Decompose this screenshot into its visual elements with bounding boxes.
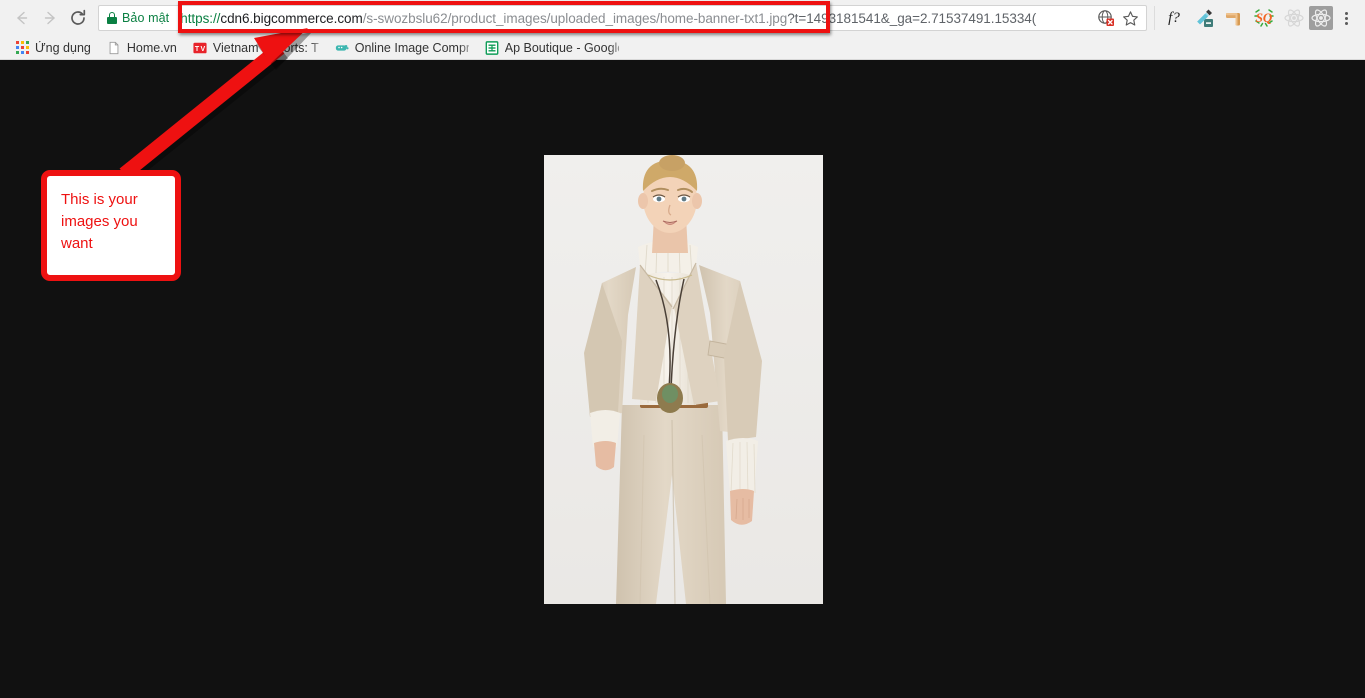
seoquake-glyph: SQ — [1256, 10, 1273, 25]
star-icon[interactable] — [1119, 7, 1141, 29]
url-query: ?t=1493181541&_ga=2.71537491.15334( — [787, 10, 1037, 26]
annotation-callout: This is your images you want — [41, 170, 181, 281]
lock-icon — [107, 12, 117, 24]
reload-button[interactable] — [64, 4, 92, 32]
omnibox-actions — [1095, 7, 1146, 29]
whatfont-glyph: f? — [1168, 9, 1180, 26]
sheets-icon — [485, 40, 499, 55]
back-arrow-icon — [17, 11, 28, 25]
document-icon — [109, 41, 119, 54]
react-devtools-active-icon[interactable] — [1309, 6, 1333, 30]
extension-toolbar: f? SQ — [1154, 6, 1365, 30]
url-path: /s-swozbslu62/product_images/uploaded_im… — [362, 10, 788, 26]
bookmark-label: Ứng dụng — [35, 40, 91, 55]
url-input[interactable]: https://cdn6.bigcommerce.com/s-swozbslu6… — [178, 6, 1095, 30]
bookmark-label: Vietnam Esports: T — [212, 40, 319, 55]
annotation-callout-text: This is your images you want — [61, 191, 138, 252]
fashion-photo-illustration — [544, 155, 823, 604]
forward-button[interactable] — [36, 4, 64, 32]
apps-grid-icon — [16, 41, 29, 54]
react-devtools-disabled-icon[interactable] — [1279, 4, 1309, 32]
whatfont-extension-icon[interactable]: f? — [1159, 4, 1189, 32]
menu-dot — [1344, 16, 1348, 20]
browser-toolbar: Bảo mật https://cdn6.bigcommerce.com/s-s… — [0, 0, 1365, 36]
security-indicator[interactable]: Bảo mật — [99, 6, 178, 30]
menu-dot — [1344, 11, 1348, 15]
url-text: https://cdn6.bigcommerce.com/s-swozbslu6… — [180, 11, 1036, 26]
back-button[interactable] — [8, 4, 36, 32]
tool-extension-icon[interactable] — [1219, 4, 1249, 32]
bookmarks-bar: Ứng dụng Home.vn T V Vietnam Esports: T — [0, 36, 1365, 60]
security-label: Bảo mật — [122, 11, 170, 25]
url-scheme: https:// — [180, 10, 221, 26]
tv-icon: T V — [193, 42, 207, 53]
translate-icon[interactable] — [1095, 7, 1117, 29]
menu-dot — [1344, 21, 1348, 25]
bookmark-label: Online Image Compre — [354, 40, 469, 55]
url-host: cdn6.bigcommerce.com — [220, 10, 363, 26]
image-viewer-page — [0, 60, 1365, 698]
bookmark-label: Ap Boutique - Google — [504, 40, 619, 55]
bookmark-vietnam-esports[interactable]: T V Vietnam Esports: T — [185, 36, 327, 59]
bookmark-home-vn[interactable]: Home.vn — [99, 37, 185, 59]
svg-text:T: T — [195, 45, 200, 52]
colorzilla-eyedropper-icon[interactable] — [1189, 4, 1219, 32]
compress-icon — [335, 44, 349, 51]
forward-arrow-icon — [44, 11, 55, 25]
bookmark-online-image-compressor[interactable]: Online Image Compre — [327, 36, 477, 59]
svg-text:V: V — [200, 45, 205, 52]
seoquake-extension-icon[interactable]: SQ — [1249, 4, 1279, 32]
viewed-image[interactable] — [544, 155, 823, 604]
bookmark-ap-boutique[interactable]: Ap Boutique - Google — [477, 36, 627, 59]
bookmark-apps[interactable]: Ứng dụng — [8, 37, 99, 59]
chrome-menu-button[interactable] — [1333, 4, 1359, 32]
reload-icon — [71, 9, 86, 25]
browser-window: Bảo mật https://cdn6.bigcommerce.com/s-s… — [0, 0, 1365, 698]
bookmark-label: Home.vn — [126, 40, 177, 55]
address-bar[interactable]: Bảo mật https://cdn6.bigcommerce.com/s-s… — [98, 5, 1147, 31]
